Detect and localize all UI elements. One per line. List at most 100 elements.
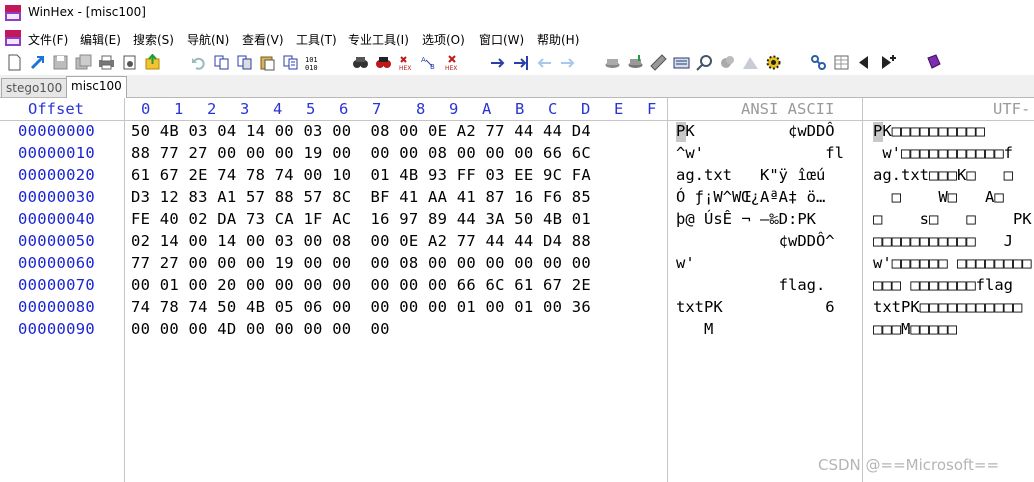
row-utf-text[interactable]: w'□□□□□□□□□□□f bbox=[873, 144, 1013, 162]
menu-edit[interactable]: 编辑(E) bbox=[80, 31, 121, 48]
menu-file[interactable]: 文件(F) bbox=[28, 31, 68, 48]
svg-text:HEX: HEX bbox=[399, 65, 411, 71]
menu-view[interactable]: 查看(V) bbox=[242, 31, 284, 48]
position-manager-icon[interactable] bbox=[810, 54, 827, 71]
row-ansi-text[interactable]: flag. bbox=[676, 276, 826, 294]
ansi-ascii-header: ANSI ASCII bbox=[741, 100, 835, 118]
paste-icon[interactable] bbox=[259, 54, 276, 71]
hex-editor[interactable]: Offset 0 1 2 3 4 5 6 7 8 9 A B C D E F A… bbox=[0, 98, 1034, 482]
calculator-icon[interactable] bbox=[673, 54, 690, 71]
row-utf-text[interactable]: □ s□ □ PK bbox=[873, 210, 1032, 228]
menu-window[interactable]: 窗口(W) bbox=[479, 31, 524, 48]
row-ansi-text[interactable]: w' bbox=[676, 254, 695, 272]
forward-icon[interactable] bbox=[559, 54, 576, 71]
settings-gear-icon[interactable] bbox=[765, 54, 782, 71]
row-utf-text[interactable]: PK□□□□□□□□□□ bbox=[873, 122, 985, 140]
row-utf-text[interactable]: □□□□□□□□□□□ J bbox=[873, 232, 1013, 250]
print-icon[interactable] bbox=[98, 54, 115, 71]
row-hex-bytes[interactable]: FE 40 02 DA 73 CA 1F AC 16 97 89 44 3A 5… bbox=[131, 210, 591, 228]
utf-header: UTF- bbox=[993, 100, 1031, 118]
row-offset: 00000050 bbox=[18, 232, 96, 250]
row-ansi-text[interactable]: ¢wDDÔ^ bbox=[676, 232, 835, 250]
new-file-icon[interactable] bbox=[6, 54, 23, 71]
column-header-2: 2 bbox=[207, 100, 217, 118]
write-data-icon[interactable]: 101010 bbox=[305, 54, 322, 71]
open-ram-icon[interactable] bbox=[627, 54, 644, 71]
properties-icon[interactable] bbox=[121, 54, 138, 71]
hash-icon[interactable] bbox=[719, 54, 736, 71]
next-block-icon[interactable] bbox=[879, 54, 896, 71]
find-hex-icon[interactable] bbox=[375, 54, 392, 71]
row-offset: 00000020 bbox=[18, 166, 96, 184]
back-icon[interactable] bbox=[536, 54, 553, 71]
row-ansi-text[interactable]: ^w' fl bbox=[676, 144, 844, 162]
row-offset: 00000090 bbox=[18, 320, 96, 338]
document-icon[interactable] bbox=[5, 30, 21, 46]
menu-bar: 文件(F) 编辑(E) 搜索(S) 导航(N) 查看(V) 工具(T) 专业工具… bbox=[0, 27, 1034, 49]
previous-block-icon[interactable] bbox=[856, 54, 873, 71]
toolbar: 101 010 HEX AB HEX bbox=[0, 49, 1034, 75]
row-utf-text[interactable]: w'□□□□□□ □□□□□□□□ bbox=[873, 254, 1032, 272]
find-text-icon[interactable] bbox=[352, 54, 369, 71]
row-ansi-text[interactable]: PK ¢wDDÔ bbox=[676, 122, 835, 140]
row-ansi-text[interactable]: M bbox=[676, 320, 713, 338]
row-offset: 00000030 bbox=[18, 188, 96, 206]
row-hex-bytes[interactable]: D3 12 83 A1 57 88 57 8C BF 41 AA 41 87 1… bbox=[131, 188, 591, 206]
menu-search[interactable]: 搜索(S) bbox=[133, 31, 174, 48]
search-icon[interactable] bbox=[696, 54, 713, 71]
row-hex-bytes[interactable]: 50 4B 03 04 14 00 03 00 08 00 0E A2 77 4… bbox=[131, 122, 591, 140]
goto-offset-icon[interactable] bbox=[490, 54, 507, 71]
row-utf-text[interactable]: ag.txt□□□K□ □ bbox=[873, 166, 1013, 184]
save-all-icon[interactable] bbox=[75, 54, 92, 71]
title-bar: WinHex - [misc100] bbox=[0, 0, 1034, 27]
open-disk-icon[interactable] bbox=[604, 54, 621, 71]
watermark: CSDN @==Microsoft== bbox=[818, 456, 1000, 474]
column-header-4: 4 bbox=[273, 100, 283, 118]
row-offset: 00000040 bbox=[18, 210, 96, 228]
row-ansi-text[interactable]: þ@ ÚsÊ ¬ —‰D:PK bbox=[676, 210, 816, 228]
column-header-a: A bbox=[482, 100, 492, 118]
copy-icon[interactable] bbox=[236, 54, 253, 71]
column-header-8: 8 bbox=[416, 100, 426, 118]
tab-stego100[interactable]: stego100 bbox=[1, 78, 68, 97]
row-utf-text[interactable]: □□□ □□□□□□□flag bbox=[873, 276, 1013, 294]
menu-pro-tools[interactable]: 专业工具(I) bbox=[348, 31, 409, 48]
template-icon[interactable] bbox=[742, 54, 759, 71]
header-divider bbox=[0, 120, 1034, 121]
menu-tools[interactable]: 工具(T) bbox=[296, 31, 337, 48]
row-utf-text[interactable]: □□□M□□□□□ bbox=[873, 320, 957, 338]
disk-tools-icon[interactable] bbox=[650, 54, 667, 71]
replace-hex-icon[interactable]: AB bbox=[421, 54, 438, 71]
row-hex-bytes[interactable]: 00 00 00 4D 00 00 00 00 00 bbox=[131, 320, 390, 338]
row-ansi-text[interactable]: txtPK 6 bbox=[676, 298, 835, 316]
menu-navigate[interactable]: 导航(N) bbox=[187, 31, 229, 48]
tab-misc100[interactable]: misc100 bbox=[66, 76, 127, 98]
data-interpreter-icon[interactable] bbox=[833, 54, 850, 71]
cut-icon[interactable] bbox=[213, 54, 230, 71]
undo-icon[interactable] bbox=[190, 54, 207, 71]
column-header-1: 1 bbox=[174, 100, 184, 118]
help-book-icon[interactable] bbox=[925, 54, 942, 71]
row-hex-bytes[interactable]: 61 67 2E 74 78 74 00 10 01 4B 93 FF 03 E… bbox=[131, 166, 591, 184]
menu-options[interactable]: 选项(O) bbox=[422, 31, 465, 48]
open-file-icon[interactable] bbox=[29, 54, 46, 71]
document-tabs: stego100 misc100 bbox=[0, 75, 1034, 98]
winhex-logo-icon bbox=[5, 5, 21, 21]
row-ansi-text[interactable]: ag.txt K"ÿ îœú bbox=[676, 166, 825, 184]
paste-zero-bytes-icon[interactable] bbox=[282, 54, 299, 71]
goto-sector-icon[interactable] bbox=[513, 54, 530, 71]
menu-help[interactable]: 帮助(H) bbox=[537, 31, 579, 48]
row-hex-bytes[interactable]: 74 78 74 50 4B 05 06 00 00 00 00 01 00 0… bbox=[131, 298, 591, 316]
row-utf-text[interactable]: □ W□ A□ bbox=[873, 188, 1004, 206]
save-icon[interactable] bbox=[52, 54, 69, 71]
row-hex-bytes[interactable]: 88 77 27 00 00 00 19 00 00 00 08 00 00 0… bbox=[131, 144, 591, 162]
export-icon[interactable] bbox=[144, 54, 161, 71]
replace-text-icon[interactable]: HEX bbox=[398, 54, 415, 71]
row-hex-bytes[interactable]: 02 14 00 14 00 03 00 08 00 0E A2 77 44 4… bbox=[131, 232, 591, 250]
row-hex-bytes[interactable]: 00 01 00 20 00 00 00 00 00 00 00 66 6C 6… bbox=[131, 276, 591, 294]
column-header-9: 9 bbox=[449, 100, 459, 118]
find-replace-hex-icon[interactable]: HEX bbox=[444, 54, 461, 71]
row-hex-bytes[interactable]: 77 27 00 00 00 19 00 00 00 08 00 00 00 0… bbox=[131, 254, 591, 272]
row-utf-text[interactable]: txtPK□□□□□□□□□□□ bbox=[873, 298, 1022, 316]
row-ansi-text[interactable]: Ó ƒ¡W^WŒ¿AªA‡ ö… bbox=[676, 188, 825, 206]
